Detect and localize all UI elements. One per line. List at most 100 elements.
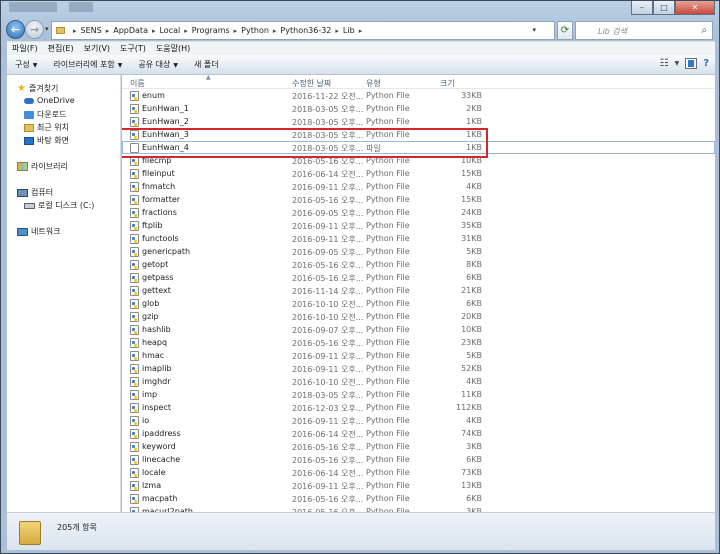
column-date[interactable]: 수정한 날짜 <box>292 78 331 89</box>
sidebar-item-local-disk[interactable]: 로컬 디스크 (C:) <box>24 200 94 211</box>
column-name[interactable]: 이름 <box>130 78 145 89</box>
table-row[interactable]: ipaddress 2016-06-14 오전... Python File 74KB <box>122 427 715 440</box>
file-name: hmac <box>142 351 165 360</box>
menu-edit[interactable]: 편집(E) <box>43 43 79 54</box>
preview-pane-icon[interactable] <box>685 58 698 69</box>
table-row[interactable]: hashlib 2016-09-07 오후... Python File 10KB <box>122 323 715 336</box>
back-button[interactable]: ← <box>6 20 25 39</box>
refresh-button[interactable]: ⟳ <box>557 21 573 40</box>
sidebar-item-desktop[interactable]: 바탕 화면 <box>24 135 69 146</box>
python-file-icon <box>130 481 139 491</box>
sidebar-item-onedrive[interactable]: OneDrive <box>24 96 75 105</box>
table-row[interactable]: lzma 2016-09-11 오후... Python File 13KB <box>122 479 715 492</box>
menu-view[interactable]: 보기(V) <box>79 43 115 54</box>
sidebar-network[interactable]: 네트워크 <box>17 226 60 237</box>
view-dropdown-icon[interactable]: ▼ <box>675 60 680 67</box>
file-name: keyword <box>142 442 176 451</box>
menu-tools[interactable]: 도구(T) <box>115 43 151 54</box>
file-name: gettext <box>142 286 171 295</box>
table-row[interactable]: EunHwan_2 2018-03-05 오후... Python File 1KB <box>122 115 715 128</box>
minimize-button[interactable]: – <box>631 1 653 15</box>
menu-help[interactable]: 도움말(H) <box>151 43 195 54</box>
breadcrumb-segment[interactable]: Python <box>241 26 269 35</box>
table-row[interactable]: imp 2018-03-05 오후... Python File 11KB <box>122 388 715 401</box>
file-name: enum <box>142 91 165 100</box>
table-row[interactable]: linecache 2016-05-16 오후... Python File 6KB <box>122 453 715 466</box>
table-row[interactable]: formatter 2016-05-16 오후... Python File 15KB <box>122 193 715 206</box>
table-row[interactable]: getopt 2016-05-16 오후... Python File 8KB <box>122 258 715 271</box>
sidebar-item-downloads[interactable]: 다운로드 <box>24 109 66 120</box>
python-file-icon <box>130 117 139 127</box>
table-row[interactable]: macpath 2016-05-16 오후... Python File 6KB <box>122 492 715 505</box>
address-bar[interactable]: ▸ SENS ▸ AppData ▸ Local ▸ Programs ▸ Py… <box>51 21 555 40</box>
breadcrumb-segment[interactable]: Lib <box>343 26 355 35</box>
sidebar-computer[interactable]: 컴퓨터 <box>17 187 53 198</box>
chevron-right-icon: ▸ <box>272 26 277 35</box>
table-row[interactable]: genericpath 2016-09-05 오후... Python File 5K… <box>122 245 715 258</box>
table-row[interactable]: fnmatch 2016-09-11 오후... Python File 4KB <box>122 180 715 193</box>
table-row[interactable]: keyword 2016-05-16 오후... Python File 3KB <box>122 440 715 453</box>
table-row[interactable]: gzip 2016-10-10 오전... Python File 20KB <box>122 310 715 323</box>
breadcrumb-segment[interactable]: Local <box>159 26 180 35</box>
sidebar-favorites[interactable]: ★ 즐겨찾기 <box>17 83 58 94</box>
column-type[interactable]: 유형 <box>366 78 381 89</box>
file-type: Python File <box>366 312 410 321</box>
file-list: 이름 ▲ 수정한 날짜 유형 크기 enum 2016-11-22 오전... Py… <box>122 75 715 512</box>
table-row[interactable]: ftplib 2016-09-11 오후... Python File 35KB <box>122 219 715 232</box>
table-row[interactable]: macurl2path2016-05-16 오후...Python File3K… <box>122 505 715 512</box>
table-row[interactable]: heapq 2016-05-16 오후... Python File 23KB <box>122 336 715 349</box>
help-icon[interactable]: ? <box>703 58 709 69</box>
file-type: Python File <box>366 468 410 477</box>
file-name: inspect <box>142 403 171 412</box>
recent-pages-chevron-icon[interactable]: ▾ <box>45 25 49 33</box>
organize-button[interactable]: 구성 ▼ <box>7 59 45 70</box>
include-in-library-button[interactable]: 라이브러리에 포함 ▼ <box>45 59 130 70</box>
search-input[interactable]: Lib 검색 ⌕ <box>575 21 713 40</box>
menu-file[interactable]: 파일(F) <box>7 43 43 54</box>
table-row[interactable]: imghdr 2016-10-10 오전... Python File 4KB <box>122 375 715 388</box>
file-name: getopt <box>142 260 169 269</box>
new-folder-button[interactable]: 새 폴더 <box>186 59 227 70</box>
include-in-library-label: 라이브러리에 포함 <box>53 60 115 69</box>
table-row[interactable]: gettext 2016-11-14 오후... Python File 21KB <box>122 284 715 297</box>
table-row[interactable]: enum 2016-11-22 오전... Python File 33KB <box>122 89 715 102</box>
sidebar-item-recent[interactable]: 최근 위치 <box>24 122 69 133</box>
table-row[interactable]: functools 2016-09-11 오후... Python File 31KB <box>122 232 715 245</box>
table-row[interactable]: fractions 2016-09-05 오후... Python File 24KB <box>122 206 715 219</box>
breadcrumb-segment[interactable]: Programs <box>192 26 230 35</box>
table-row[interactable]: getpass 2016-05-16 오후... Python File 6KB <box>122 271 715 284</box>
view-controls: ☷ ▼ ? <box>660 58 709 69</box>
table-row[interactable]: io 2016-09-11 오후... Python File 4KB <box>122 414 715 427</box>
file-type: Python File <box>366 377 410 386</box>
table-row[interactable]: EunHwan_1 2018-03-05 오후... Python File 2KB <box>122 102 715 115</box>
maximize-button[interactable]: □ <box>653 1 675 15</box>
sidebar-libraries[interactable]: 라이브러리 <box>17 161 68 172</box>
table-row[interactable]: imaplib 2016-09-11 오후... Python File 52KB <box>122 362 715 375</box>
breadcrumb-segment[interactable]: Python36-32 <box>280 26 331 35</box>
file-type: Python File <box>366 442 410 451</box>
forward-button[interactable]: → <box>25 20 44 39</box>
file-size: 35KB <box>461 221 482 230</box>
sidebar-item-label: 로컬 디스크 (C:) <box>38 201 95 210</box>
breadcrumb-segment[interactable]: AppData <box>113 26 148 35</box>
close-button[interactable]: ✕ <box>675 1 715 15</box>
python-file-icon <box>130 260 139 270</box>
file-type: Python File <box>366 351 410 360</box>
table-row[interactable]: glob 2016-10-10 오전... Python File 6KB <box>122 297 715 310</box>
breadcrumb-segment[interactable]: SENS <box>81 26 102 35</box>
table-row[interactable]: locale 2016-06-14 오전... Python File 73KB <box>122 466 715 479</box>
python-file-icon <box>130 442 139 452</box>
file-date: 2016-10-10 오전... <box>292 378 364 387</box>
column-size[interactable]: 크기 <box>440 78 455 89</box>
file-name: lzma <box>142 481 162 490</box>
file-date: 2016-05-16 오후... <box>292 339 364 348</box>
table-row[interactable]: fileinput 2016-06-14 오전... Python File 15KB <box>122 167 715 180</box>
table-row[interactable]: inspect 2016-12-03 오후... Python File 112KB <box>122 401 715 414</box>
table-row[interactable]: hmac 2016-09-11 오후... Python File 5KB <box>122 349 715 362</box>
file-type: Python File <box>366 416 410 425</box>
share-with-button[interactable]: 공유 대상 ▼ <box>130 59 186 70</box>
change-view-icon[interactable]: ☷ <box>660 58 669 69</box>
address-dropdown-icon[interactable]: ▾ <box>532 26 536 34</box>
file-size: 20KB <box>461 312 482 321</box>
item-count: 205개 항목 <box>57 523 97 532</box>
